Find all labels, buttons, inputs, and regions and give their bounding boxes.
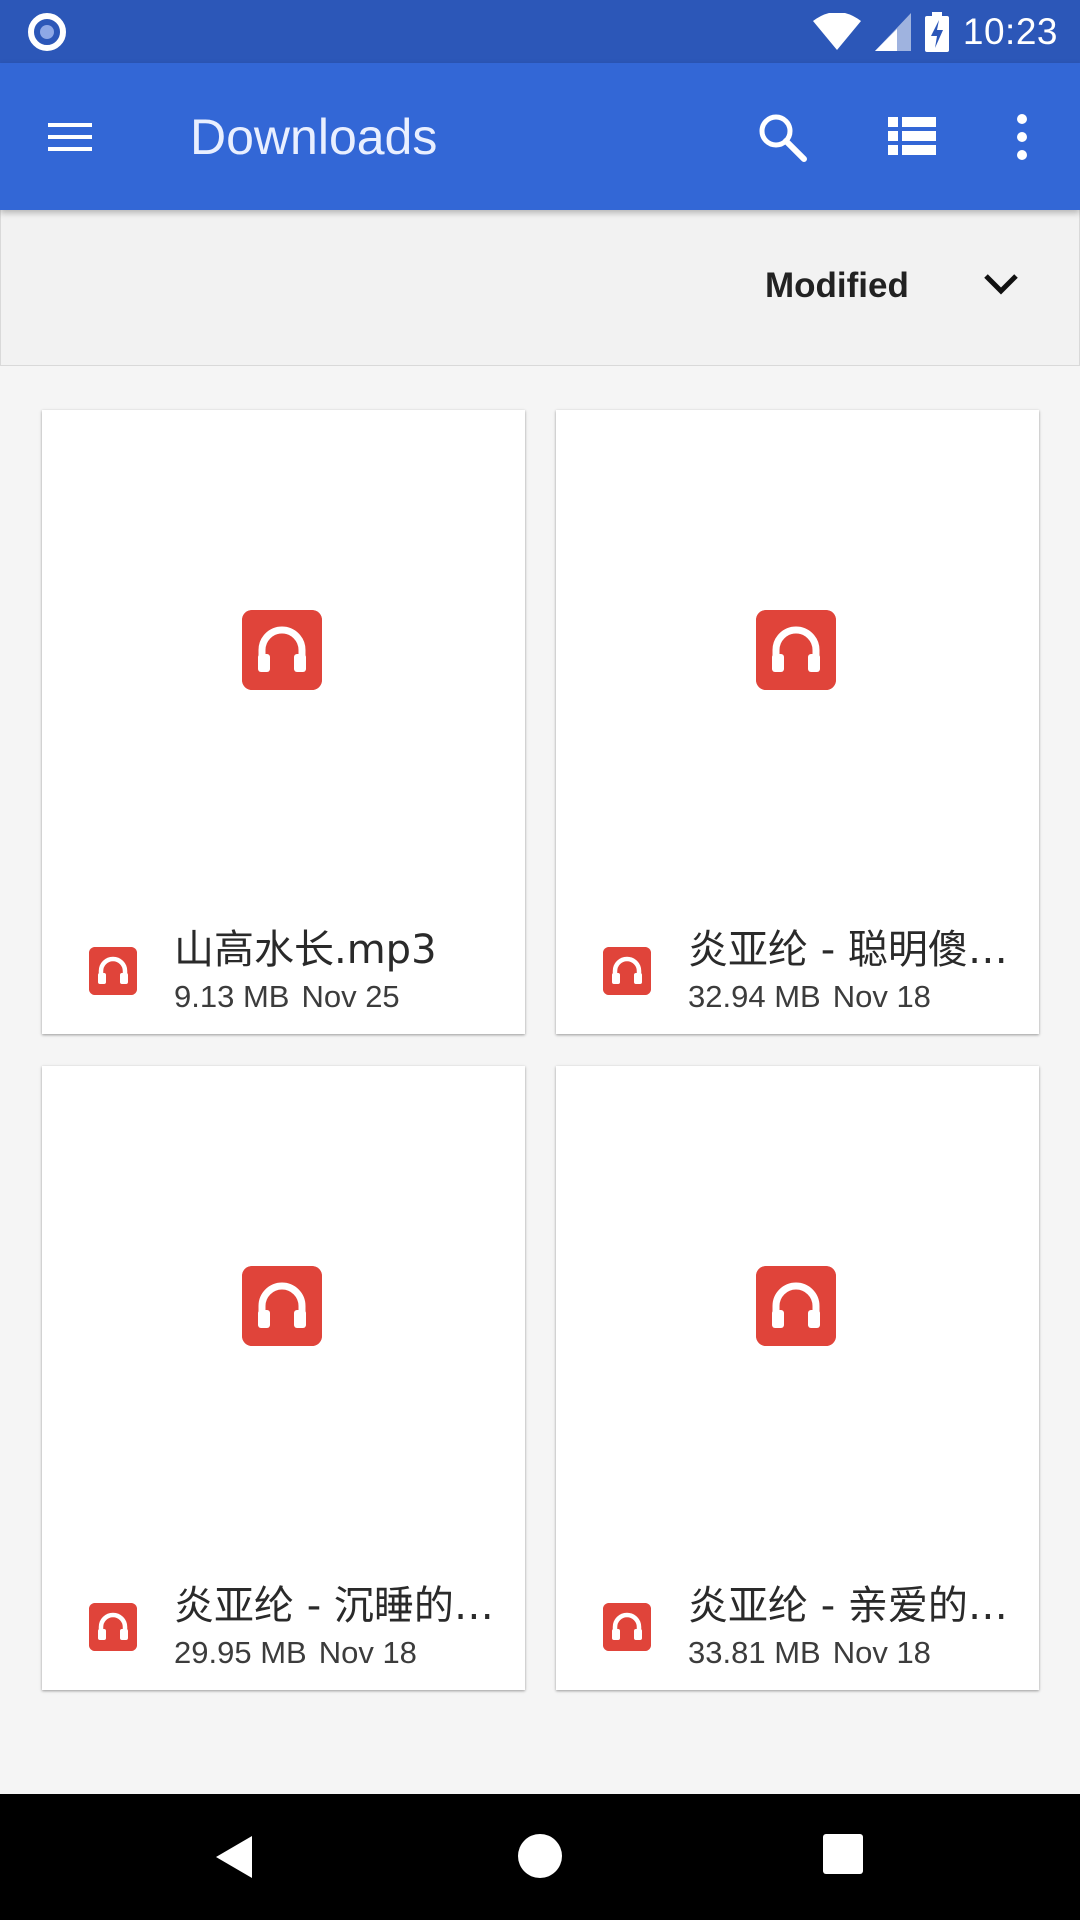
file-name: 山高水长.mp3: [174, 927, 437, 973]
file-date: Nov 18: [832, 1635, 931, 1670]
file-date: Nov 18: [832, 979, 931, 1014]
home-icon[interactable]: [518, 1834, 562, 1878]
file-meta: 炎亚纶 - 亲爱的… 33.81 MB Nov 18: [556, 1571, 1039, 1670]
file-card[interactable]: 炎亚纶 - 聪明傻… 32.94 MB Nov 18: [556, 410, 1039, 1034]
file-size: 32.94 MB: [688, 979, 821, 1014]
battery-charging-icon: [924, 11, 949, 52]
headphones-icon: [756, 610, 836, 690]
status-icons: 10:23: [812, 0, 1058, 63]
file-card[interactable]: 山高水长.mp3 9.13 MB Nov 25: [42, 410, 525, 1034]
file-meta: 炎亚纶 - 沉睡的… 29.95 MB Nov 18: [42, 1571, 525, 1670]
signal-icon: [874, 12, 911, 51]
sort-bar: Modified: [0, 210, 1080, 366]
file-date: Nov 18: [318, 1635, 417, 1670]
menu-icon[interactable]: [40, 107, 100, 167]
app-bar: Downloads: [0, 63, 1080, 210]
file-info: 32.94 MB Nov 18: [688, 979, 931, 1015]
status-bar: 10:23: [0, 0, 1080, 63]
file-size: 33.81 MB: [688, 1635, 821, 1670]
file-info: 33.81 MB Nov 18: [688, 1635, 931, 1671]
page-title: Downloads: [190, 109, 438, 165]
file-name: 炎亚纶 - 沉睡的…: [174, 1583, 494, 1629]
headphones-icon: [242, 1266, 322, 1346]
file-info: 29.95 MB Nov 18: [174, 1635, 417, 1671]
file-date: Nov 25: [301, 979, 400, 1014]
headphones-icon: [603, 1603, 651, 1651]
file-meta: 炎亚纶 - 聪明傻… 32.94 MB Nov 18: [556, 915, 1039, 1014]
list-view-icon[interactable]: [882, 107, 942, 167]
file-card[interactable]: 炎亚纶 - 沉睡的… 29.95 MB Nov 18: [42, 1066, 525, 1690]
chevron-down-icon[interactable]: [981, 268, 1021, 298]
file-meta: 山高水长.mp3 9.13 MB Nov 25: [42, 915, 525, 1014]
back-icon[interactable]: [214, 1834, 254, 1880]
recent-apps-icon[interactable]: [823, 1834, 863, 1874]
file-size: 29.95 MB: [174, 1635, 307, 1670]
file-info: 9.13 MB Nov 25: [174, 979, 400, 1015]
headphones-icon: [242, 610, 322, 690]
screen: 10:23 Downloads Modified 山高水长.mp3 9.13 M…: [0, 0, 1080, 1920]
headphones-icon: [756, 1266, 836, 1346]
sort-dropdown-label[interactable]: Modified: [765, 266, 909, 306]
headphones-icon: [603, 947, 651, 995]
headphones-icon: [89, 1603, 137, 1651]
file-size: 9.13 MB: [174, 979, 290, 1014]
headphones-icon: [89, 947, 137, 995]
file-name: 炎亚纶 - 聪明傻…: [688, 927, 1008, 973]
status-time: 10:23: [962, 10, 1058, 52]
navigation-bar: [0, 1794, 1080, 1920]
more-vert-icon[interactable]: [1000, 107, 1044, 167]
notification-dot-icon: [28, 13, 66, 51]
file-card[interactable]: 炎亚纶 - 亲爱的… 33.81 MB Nov 18: [556, 1066, 1039, 1690]
search-icon[interactable]: [752, 107, 812, 167]
wifi-icon: [812, 12, 861, 50]
file-name: 炎亚纶 - 亲爱的…: [688, 1583, 1008, 1629]
